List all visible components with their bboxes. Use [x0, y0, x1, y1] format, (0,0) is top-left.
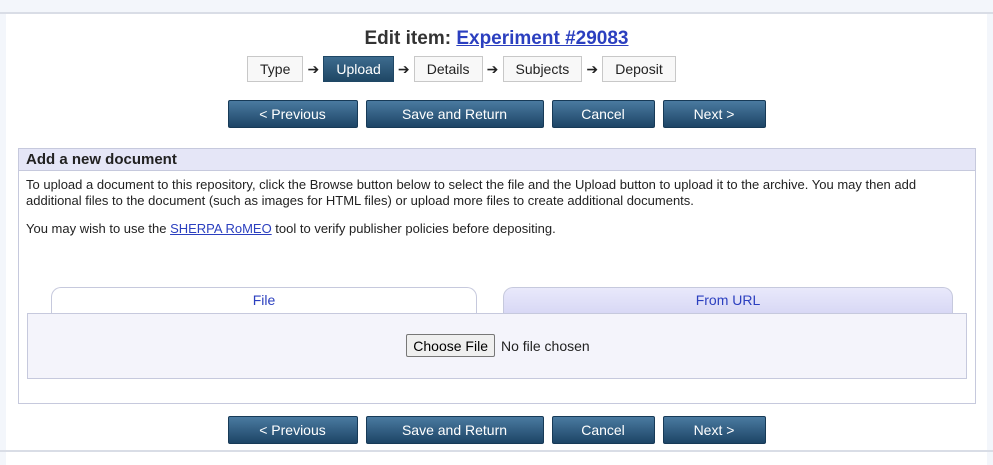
sherpa-text: You may wish to use the SHERPA RoMEO too…	[26, 221, 968, 237]
arrow-icon: ➔	[397, 60, 410, 77]
workflow-steps: Type ➔ Upload ➔ Details ➔ Subjects ➔ Dep…	[247, 56, 676, 82]
page-title: Edit item: Experiment #29083	[6, 28, 987, 50]
step-details[interactable]: Details	[413, 56, 483, 82]
previous-button[interactable]: < Previous	[227, 100, 358, 128]
bottom-button-row: < Previous Save and Return Cancel Next >	[6, 416, 987, 444]
step-type[interactable]: Type	[247, 56, 304, 82]
cancel-button[interactable]: Cancel	[551, 100, 655, 128]
file-input: Choose File No file chosen	[28, 334, 968, 357]
top-button-row: < Previous Save and Return Cancel Next >	[6, 100, 987, 128]
choose-file-button[interactable]: Choose File	[406, 334, 495, 357]
title-prefix: Edit item:	[364, 28, 457, 49]
bottom-divider	[0, 450, 993, 452]
step-deposit[interactable]: Deposit	[602, 56, 676, 82]
sherpa-suffix: tool to verify publisher policies before…	[271, 221, 556, 236]
panel-heading: Add a new document	[19, 149, 975, 171]
upload-tabs: File From URL	[51, 287, 953, 313]
step-upload[interactable]: Upload	[323, 56, 394, 82]
save-return-button[interactable]: Save and Return	[365, 416, 544, 444]
tab-file[interactable]: File	[51, 287, 477, 313]
file-tab-body: Choose File No file chosen	[27, 313, 967, 379]
tab-from-url[interactable]: From URL	[503, 287, 953, 313]
cancel-button[interactable]: Cancel	[551, 416, 655, 444]
previous-button[interactable]: < Previous	[227, 416, 358, 444]
next-button[interactable]: Next >	[662, 100, 766, 128]
arrow-icon: ➔	[486, 60, 499, 77]
step-subjects[interactable]: Subjects	[502, 56, 583, 82]
panel-instructions: To upload a document to this repository,…	[19, 171, 975, 237]
sherpa-prefix: You may wish to use the	[26, 221, 171, 236]
add-document-panel: Add a new document To upload a document …	[18, 148, 976, 404]
file-status: No file chosen	[500, 337, 590, 354]
save-return-button[interactable]: Save and Return	[365, 100, 544, 128]
page-content: Edit item: Experiment #29083 Type ➔ Uplo…	[6, 14, 987, 465]
item-link[interactable]: Experiment #29083	[456, 28, 628, 49]
arrow-icon: ➔	[307, 60, 320, 77]
intro-text: To upload a document to this repository,…	[26, 177, 917, 208]
next-button[interactable]: Next >	[662, 416, 766, 444]
sherpa-romeo-link[interactable]: SHERPA RoMEO	[170, 221, 272, 236]
arrow-icon: ➔	[586, 60, 599, 77]
